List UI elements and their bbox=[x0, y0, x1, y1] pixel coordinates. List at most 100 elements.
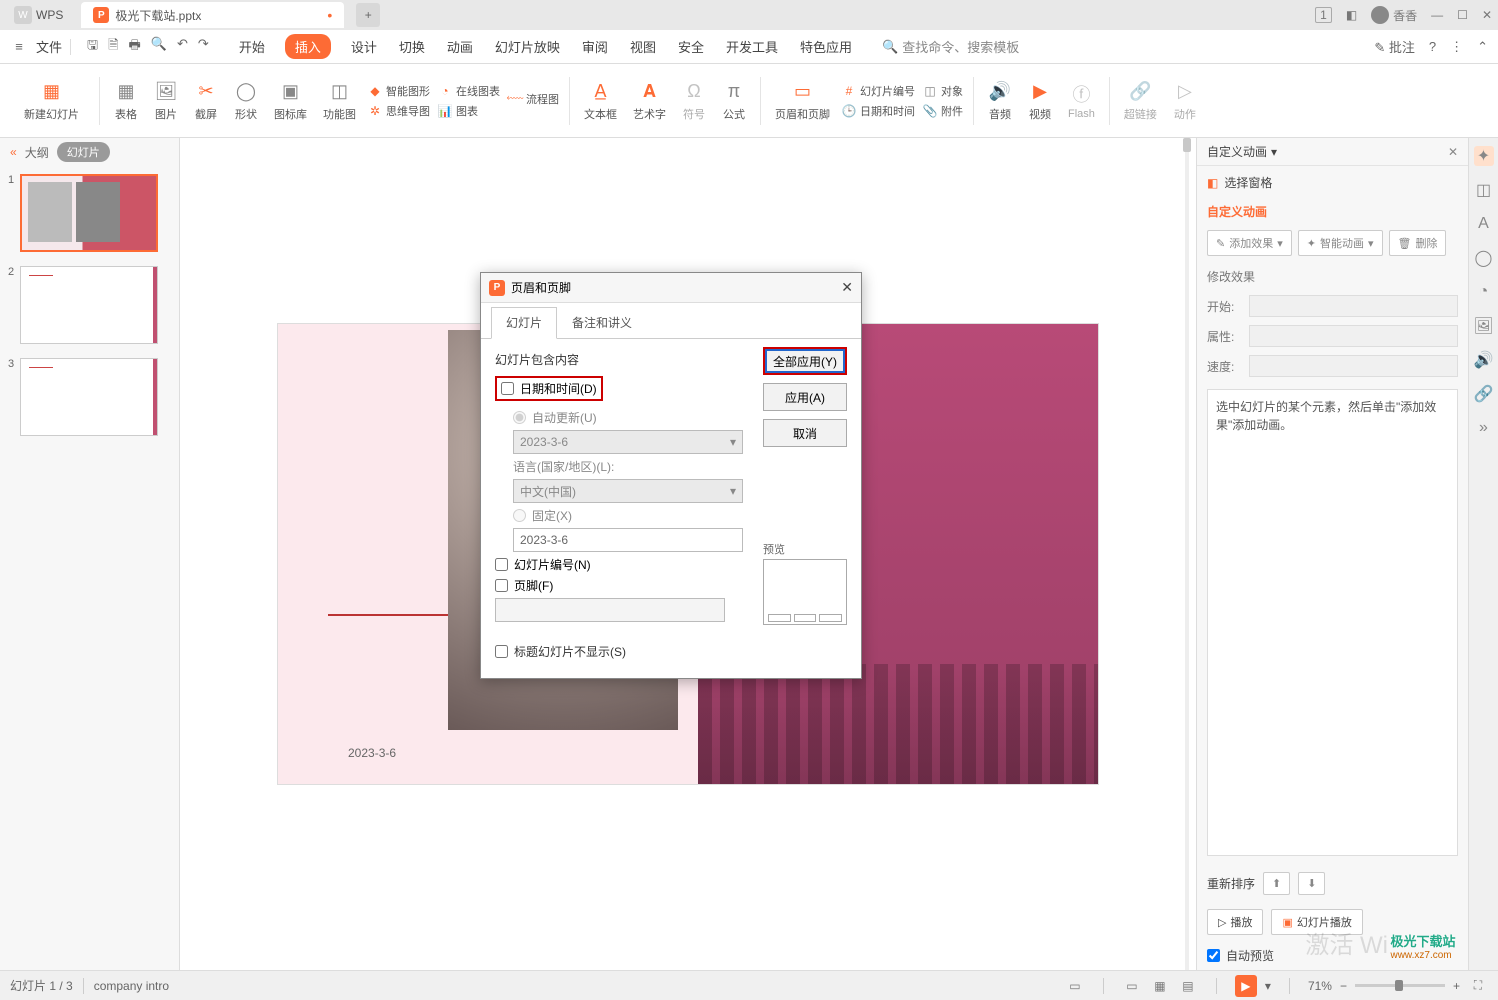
sorter-view-icon[interactable]: ▦ bbox=[1150, 976, 1170, 996]
flash-button[interactable]: ⓕFlash bbox=[1060, 82, 1103, 120]
cancel-button[interactable]: 取消 bbox=[763, 419, 847, 447]
function-chart-button[interactable]: ◫功能图 bbox=[315, 80, 364, 122]
tab-security[interactable]: 安全 bbox=[676, 34, 706, 59]
zoom-in-button[interactable]: + bbox=[1453, 979, 1460, 993]
action-button[interactable]: ▷动作 bbox=[1165, 80, 1205, 122]
tab-devtools[interactable]: 开发工具 bbox=[724, 34, 780, 59]
side-design-icon[interactable]: ◫ bbox=[1474, 180, 1494, 200]
zoom-out-button[interactable]: − bbox=[1340, 979, 1347, 993]
side-media-icon[interactable]: 🔊 bbox=[1474, 350, 1494, 370]
mindmap-button[interactable]: ✲思维导图 bbox=[364, 103, 434, 119]
new-slide-button[interactable]: ▦新建幻灯片 bbox=[10, 80, 93, 122]
header-footer-button[interactable]: ▭页眉和页脚 bbox=[767, 80, 838, 122]
symbol-button[interactable]: Ω符号 bbox=[674, 80, 714, 122]
dialog-tab-slide[interactable]: 幻灯片 bbox=[491, 307, 557, 339]
tab-review[interactable]: 审阅 bbox=[580, 34, 610, 59]
redo-icon[interactable]: ↷ bbox=[198, 36, 209, 58]
datetime-checkbox-row[interactable]: 日期和时间(D) bbox=[495, 376, 603, 401]
tab-featured[interactable]: 特色应用 bbox=[798, 34, 854, 59]
more-icon[interactable]: ⋮ bbox=[1450, 39, 1463, 55]
side-image-icon[interactable]: 🖼 bbox=[1474, 316, 1494, 336]
skin-icon[interactable]: ◧ bbox=[1346, 8, 1357, 22]
side-anim-icon[interactable]: ✦ bbox=[1474, 146, 1494, 166]
hyperlink-button[interactable]: 🔗超链接 bbox=[1116, 80, 1165, 122]
smart-graphic-button[interactable]: ◆智能图形 bbox=[364, 83, 434, 99]
maximize-button[interactable]: ☐ bbox=[1457, 8, 1468, 22]
table-button[interactable]: ▦表格 bbox=[106, 80, 146, 122]
canvas-scrollbar[interactable] bbox=[1180, 138, 1194, 970]
tab-design[interactable]: 设计 bbox=[349, 34, 379, 59]
tab-dirty-dot[interactable]: • bbox=[327, 7, 332, 23]
close-button[interactable]: ✕ bbox=[1482, 8, 1492, 22]
auto-update-radio[interactable] bbox=[513, 411, 526, 424]
print-preview-icon[interactable]: 🔍 bbox=[151, 36, 167, 58]
icon-library-button[interactable]: ▣图标库 bbox=[266, 80, 315, 122]
new-tab-button[interactable]: + bbox=[356, 3, 380, 27]
online-chart-button[interactable]: ◔在线图表 bbox=[434, 83, 504, 99]
dialog-tab-notes[interactable]: 备注和讲义 bbox=[557, 307, 647, 338]
footer-checkbox[interactable] bbox=[495, 579, 508, 592]
video-button[interactable]: ▶视频 bbox=[1020, 80, 1060, 122]
side-text-icon[interactable]: A bbox=[1474, 214, 1494, 234]
audio-button[interactable]: 🔊音频 bbox=[980, 80, 1020, 122]
print-icon[interactable]: 🖶 bbox=[129, 36, 141, 58]
undo-icon[interactable]: ↶ bbox=[177, 36, 188, 58]
picture-button[interactable]: 🖼图片 bbox=[146, 80, 186, 122]
save-icon[interactable]: 🖫 bbox=[87, 36, 98, 58]
minimize-button[interactable]: — bbox=[1431, 8, 1443, 22]
reading-view-icon[interactable]: ▤ bbox=[1178, 976, 1198, 996]
slide-number-checkbox[interactable] bbox=[495, 558, 508, 571]
side-chart-icon[interactable]: ◔ bbox=[1474, 282, 1494, 302]
wordart-button[interactable]: 𝐀艺术字 bbox=[625, 80, 674, 122]
shape-button[interactable]: ◯形状 bbox=[226, 80, 266, 122]
user-badge[interactable]: 香香 bbox=[1371, 6, 1417, 24]
datetime-checkbox[interactable] bbox=[501, 382, 514, 395]
side-link-icon[interactable]: 🔗 bbox=[1474, 384, 1494, 404]
command-search[interactable]: 🔍 查找命令、搜索模板 bbox=[882, 37, 1019, 56]
formula-button[interactable]: π公式 bbox=[714, 80, 754, 122]
comments-button[interactable]: ✎ 批注 bbox=[1374, 37, 1415, 56]
fit-window-icon[interactable]: ⛶ bbox=[1468, 976, 1488, 996]
datetime-button[interactable]: 🕒日期和时间 bbox=[838, 103, 919, 119]
badge-one[interactable]: 1 bbox=[1315, 7, 1332, 23]
normal-view-icon[interactable]: ▭ bbox=[1122, 976, 1142, 996]
language-select[interactable]: 中文(中国)▾ bbox=[513, 479, 743, 503]
fixed-date-input[interactable]: 2023-3-6 bbox=[513, 528, 743, 552]
start-select[interactable] bbox=[1249, 295, 1458, 317]
chart-button[interactable]: 📊图表 bbox=[434, 103, 504, 119]
apply-button[interactable]: 应用(A) bbox=[763, 383, 847, 411]
slides-tab[interactable]: 幻灯片 bbox=[57, 142, 110, 162]
flowchart-button[interactable]: ⬳流程图 bbox=[504, 91, 563, 107]
auto-preview-checkbox[interactable] bbox=[1207, 949, 1220, 962]
speed-select[interactable] bbox=[1249, 355, 1458, 377]
notes-toggle-icon[interactable]: ▭ bbox=[1065, 976, 1085, 996]
thumb-3[interactable]: 3 bbox=[8, 358, 171, 436]
add-effect-button[interactable]: ✎添加效果▾ bbox=[1207, 230, 1292, 256]
slideshow-dropdown[interactable]: ▾ bbox=[1265, 979, 1271, 993]
slide-number-button[interactable]: #幻灯片编号 bbox=[838, 83, 919, 99]
tab-start[interactable]: 开始 bbox=[237, 34, 267, 59]
document-tab[interactable]: P 极光下载站.pptx • bbox=[81, 2, 344, 28]
date-format-select[interactable]: 2023-3-6▾ bbox=[513, 430, 743, 454]
title-hide-checkbox[interactable] bbox=[495, 645, 508, 658]
collapse-thumbs-icon[interactable]: « bbox=[10, 145, 17, 159]
tab-animation[interactable]: 动画 bbox=[445, 34, 475, 59]
reorder-down-button[interactable]: ⬇ bbox=[1298, 872, 1325, 895]
dialog-titlebar[interactable]: P 页眉和页脚 ✕ bbox=[481, 273, 861, 303]
collapse-ribbon-icon[interactable]: ⌃ bbox=[1477, 39, 1488, 55]
thumb-1[interactable]: 1 bbox=[8, 174, 171, 252]
outline-tab[interactable]: 大纲 bbox=[25, 144, 49, 161]
menu-icon[interactable]: ≡ bbox=[10, 38, 28, 56]
tab-insert[interactable]: 插入 bbox=[285, 34, 331, 59]
tab-slideshow[interactable]: 幻灯片放映 bbox=[493, 34, 562, 59]
textbox-button[interactable]: A̲文本框 bbox=[576, 80, 625, 122]
dialog-close-button[interactable]: ✕ bbox=[841, 279, 853, 296]
property-select[interactable] bbox=[1249, 325, 1458, 347]
zoom-slider[interactable] bbox=[1355, 984, 1445, 987]
tab-view[interactable]: 视图 bbox=[628, 34, 658, 59]
screenshot-button[interactable]: ✂截屏 bbox=[186, 80, 226, 122]
file-menu[interactable]: 文件 bbox=[36, 37, 62, 56]
apply-all-button[interactable]: 全部应用(Y) bbox=[763, 347, 847, 375]
side-shape-icon[interactable]: ◯ bbox=[1474, 248, 1494, 268]
thumb-2[interactable]: 2 bbox=[8, 266, 171, 344]
